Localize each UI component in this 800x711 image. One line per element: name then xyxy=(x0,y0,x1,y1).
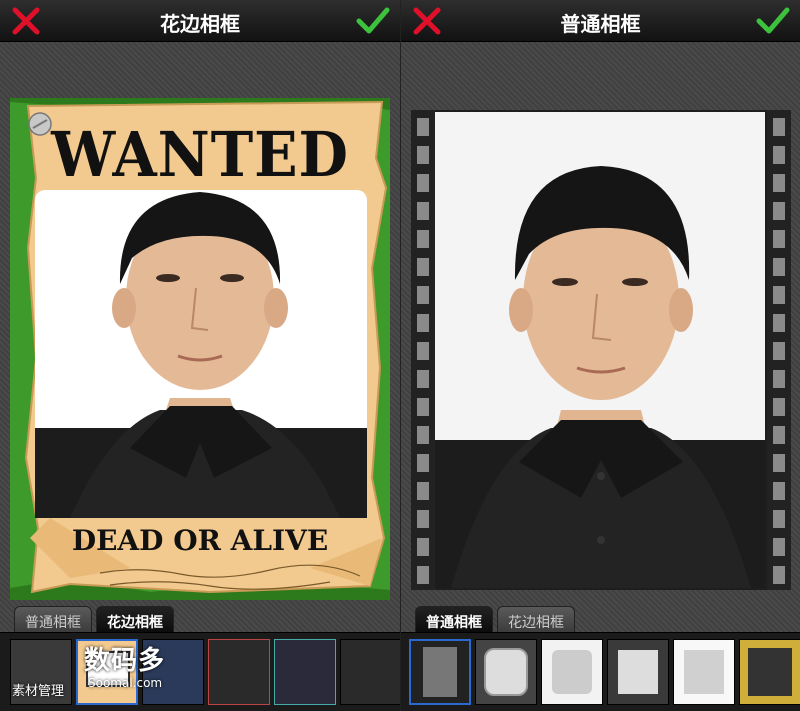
right-frame-panel: 普通相框 普通相框 花边相框 xyxy=(400,0,800,711)
frame-thumbnail-strip[interactable] xyxy=(401,632,800,711)
left-frame-panel: 花边相框 WANTED DEAD OR ALIVE 普通相框 花边相框 数码多 … xyxy=(0,0,400,711)
top-bar: 花边相框 xyxy=(0,0,400,42)
watermark: 数码多 Soomal.com 素材管理 xyxy=(12,640,172,700)
thumb-frame-gold[interactable] xyxy=(739,639,800,705)
thumb-frame-6[interactable] xyxy=(340,639,400,705)
tab-normal-frame[interactable]: 普通相框 xyxy=(415,606,493,634)
tab-lace-frame[interactable]: 花边相框 xyxy=(497,606,575,634)
photo-preview: WANTED DEAD OR ALIVE xyxy=(10,98,390,600)
watermark-site: Soomal.com xyxy=(88,676,163,690)
tab-normal-frame[interactable]: 普通相框 xyxy=(14,606,92,634)
top-bar: 普通相框 xyxy=(401,0,800,42)
page-title: 普通相框 xyxy=(560,12,641,36)
checkmark-icon[interactable] xyxy=(356,6,390,36)
watermark-label: 素材管理 xyxy=(12,684,65,699)
thumb-frame-white[interactable] xyxy=(673,639,735,705)
thumb-frame-film[interactable] xyxy=(409,639,471,705)
photo-preview xyxy=(411,110,791,590)
poster-footer: DEAD OR ALIVE xyxy=(71,524,329,557)
frame-tabs: 普通相框 花边相框 xyxy=(0,604,400,634)
thumb-frame-rounded[interactable] xyxy=(475,639,537,705)
checkmark-icon[interactable] xyxy=(756,6,790,36)
thumb-frame-dark[interactable] xyxy=(607,639,669,705)
thumb-frame-soft[interactable] xyxy=(541,639,603,705)
tab-lace-frame[interactable]: 花边相框 xyxy=(96,606,174,634)
watermark-logo: 数码多 xyxy=(84,646,166,676)
page-title: 花边相框 xyxy=(160,12,240,36)
thumb-frame-5[interactable] xyxy=(274,639,336,705)
poster-headline: WANTED xyxy=(51,118,349,191)
frame-tabs: 普通相框 花边相框 xyxy=(401,604,800,634)
thumb-frame-4[interactable] xyxy=(208,639,270,705)
